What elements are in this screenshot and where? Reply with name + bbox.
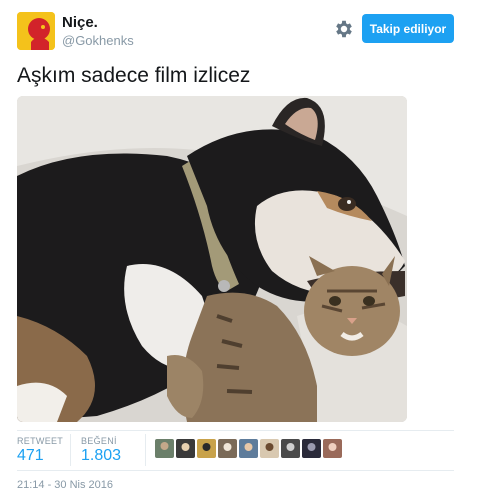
divider-bottom <box>17 470 454 471</box>
user-handle[interactable]: @Gokhenks <box>62 33 134 48</box>
liker-avatar[interactable] <box>260 439 279 458</box>
liker-avatar[interactable] <box>239 439 258 458</box>
avatar[interactable] <box>17 12 55 50</box>
like-label[interactable]: BEĞENİ <box>81 436 117 446</box>
liker-avatar[interactable] <box>218 439 237 458</box>
stat-separator <box>145 434 146 466</box>
avatar-image <box>17 12 55 50</box>
retweet-label[interactable]: RETWEET <box>17 436 63 446</box>
liker-avatar[interactable] <box>281 439 300 458</box>
following-button[interactable]: Takip ediliyor <box>362 14 454 43</box>
liker-avatar[interactable] <box>323 439 342 458</box>
tweet-photo[interactable] <box>17 96 407 422</box>
tweet-text: Aşkım sadece film izlicez <box>17 64 251 87</box>
divider-top <box>17 430 454 431</box>
like-count[interactable]: 1.803 <box>81 447 121 465</box>
tweet-card: Niçe. @Gokhenks Takip ediliyor Aşkım sad… <box>0 0 480 495</box>
dog-cat-photo <box>17 96 407 422</box>
liker-avatar[interactable] <box>176 439 195 458</box>
tweet-timestamp[interactable]: 21:14 - 30 Nis 2016 <box>17 479 113 491</box>
display-name[interactable]: Niçe. <box>62 14 98 31</box>
liker-avatars <box>155 439 342 458</box>
retweet-count[interactable]: 471 <box>17 447 44 465</box>
gear-icon[interactable] <box>333 18 355 40</box>
liker-avatar[interactable] <box>302 439 321 458</box>
liker-avatar[interactable] <box>197 439 216 458</box>
stat-separator <box>70 434 71 466</box>
liker-avatar[interactable] <box>155 439 174 458</box>
